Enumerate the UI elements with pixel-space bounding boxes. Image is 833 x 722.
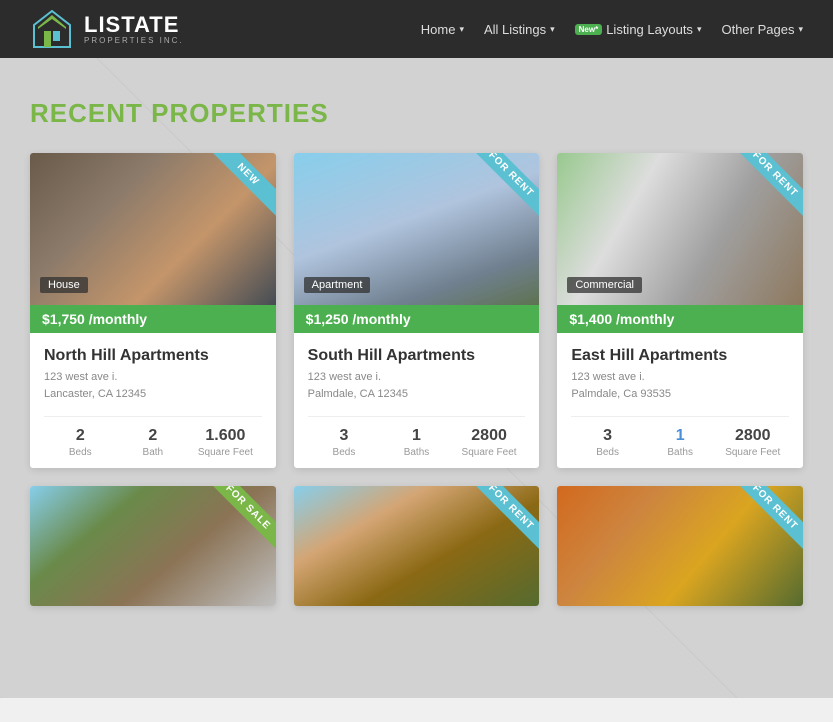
stat-beds: 2 Beds <box>44 427 117 458</box>
address-line1: 123 west ave i. <box>308 371 381 383</box>
property-grid: NEW House $1,750 /monthly North Hill Apa… <box>30 153 803 468</box>
nav-item-other[interactable]: Other Pages ▾ <box>721 22 803 37</box>
baths-label: Bath <box>117 447 190 458</box>
card-image-wrap: FOR RENT Apartment $1,250 /monthly <box>294 153 540 333</box>
nav-item-layouts[interactable]: New* Listing Layouts ▾ <box>575 22 702 37</box>
chevron-down-icon: ▾ <box>798 24 803 35</box>
address-line2: Palmdale, Ca 93535 <box>571 388 671 400</box>
property-address: 123 west ave i. Palmdale, Ca 93535 <box>571 369 789 402</box>
card-body: South Hill Apartments 123 west ave i. Pa… <box>294 333 540 468</box>
nav-item-listings[interactable]: All Listings ▾ <box>484 22 555 37</box>
baths-label: Baths <box>644 447 717 458</box>
property-card: NEW House $1,750 /monthly North Hill Apa… <box>30 153 276 468</box>
logo-icon <box>30 7 74 51</box>
area-label: Square Feet <box>189 447 262 458</box>
logo-title: LISTATE <box>84 13 184 37</box>
bottom-row: FOR SALE FOR RENT FOR RENT <box>30 486 803 606</box>
property-card: FOR RENT Apartment $1,250 /monthly South… <box>294 153 540 468</box>
card-image-wrap: FOR RENT Commercial $1,400 /monthly <box>557 153 803 333</box>
partial-card: FOR SALE <box>30 486 276 606</box>
price-badge: $1,750 /monthly <box>30 305 276 333</box>
address-line2: Palmdale, CA 12345 <box>308 388 408 400</box>
section-title: RECENT PROPERTIES <box>30 98 803 129</box>
property-title: North Hill Apartments <box>44 347 262 365</box>
area-value: 1.600 <box>189 427 262 445</box>
card-image-wrap: NEW House $1,750 /monthly <box>30 153 276 333</box>
price-badge: $1,250 /monthly <box>294 305 540 333</box>
nav-layouts-label: Listing Layouts <box>606 22 693 37</box>
property-title: South Hill Apartments <box>308 347 526 365</box>
new-badge: New* <box>575 24 603 35</box>
property-title: East Hill Apartments <box>571 347 789 365</box>
chevron-down-icon: ▾ <box>459 24 464 35</box>
property-type-badge: Commercial <box>567 277 642 293</box>
beds-value: 3 <box>308 427 381 445</box>
stat-baths: 2 Bath <box>117 427 190 458</box>
navbar: LISTATE PROPERTIES INC. Home ▾ All Listi… <box>0 0 833 58</box>
baths-value: 1 <box>644 427 717 445</box>
beds-label: Beds <box>44 447 117 458</box>
beds-value: 3 <box>571 427 644 445</box>
stat-area: 2800 Square Feet <box>716 427 789 458</box>
baths-label: Baths <box>380 447 453 458</box>
partial-card: FOR RENT <box>557 486 803 606</box>
stat-beds: 3 Beds <box>571 427 644 458</box>
logo-text: LISTATE PROPERTIES INC. <box>84 13 184 46</box>
baths-value: 1 <box>380 427 453 445</box>
baths-value: 2 <box>117 427 190 445</box>
price-badge: $1,400 /monthly <box>557 305 803 333</box>
address-line1: 123 west ave i. <box>571 371 644 383</box>
property-card: FOR RENT Commercial $1,400 /monthly East… <box>557 153 803 468</box>
nav-home-label: Home <box>421 22 456 37</box>
nav-links: Home ▾ All Listings ▾ New* Listing Layou… <box>421 22 803 37</box>
stat-baths: 1 Baths <box>644 427 717 458</box>
stat-beds: 3 Beds <box>308 427 381 458</box>
area-label: Square Feet <box>453 447 526 458</box>
logo-subtitle: PROPERTIES INC. <box>84 37 184 46</box>
area-value: 2800 <box>716 427 789 445</box>
stat-baths: 1 Baths <box>380 427 453 458</box>
nav-other-label: Other Pages <box>721 22 794 37</box>
property-address: 123 west ave i. Palmdale, CA 12345 <box>308 369 526 402</box>
property-type-badge: House <box>40 277 88 293</box>
nav-item-home[interactable]: Home ▾ <box>421 22 464 37</box>
hero-background: RECENT PROPERTIES NEW House $1,750 /mont… <box>0 58 833 698</box>
card-stats: 3 Beds 1 Baths 2800 Square Feet <box>571 416 789 458</box>
beds-label: Beds <box>571 447 644 458</box>
card-stats: 2 Beds 2 Bath 1.600 Square Feet <box>44 416 262 458</box>
chevron-down-icon: ▾ <box>550 24 555 35</box>
beds-value: 2 <box>44 427 117 445</box>
stat-area: 2800 Square Feet <box>453 427 526 458</box>
property-address: 123 west ave i. Lancaster, CA 12345 <box>44 369 262 402</box>
area-label: Square Feet <box>716 447 789 458</box>
card-body: East Hill Apartments 123 west ave i. Pal… <box>557 333 803 468</box>
area-value: 2800 <box>453 427 526 445</box>
nav-listings-label: All Listings <box>484 22 546 37</box>
logo-area: LISTATE PROPERTIES INC. <box>30 7 184 51</box>
beds-label: Beds <box>308 447 381 458</box>
card-stats: 3 Beds 1 Baths 2800 Square Feet <box>308 416 526 458</box>
address-line1: 123 west ave i. <box>44 371 117 383</box>
property-type-badge: Apartment <box>304 277 371 293</box>
card-body: North Hill Apartments 123 west ave i. La… <box>30 333 276 468</box>
address-line2: Lancaster, CA 12345 <box>44 388 146 400</box>
stat-area: 1.600 Square Feet <box>189 427 262 458</box>
partial-card: FOR RENT <box>294 486 540 606</box>
chevron-down-icon: ▾ <box>697 24 702 35</box>
